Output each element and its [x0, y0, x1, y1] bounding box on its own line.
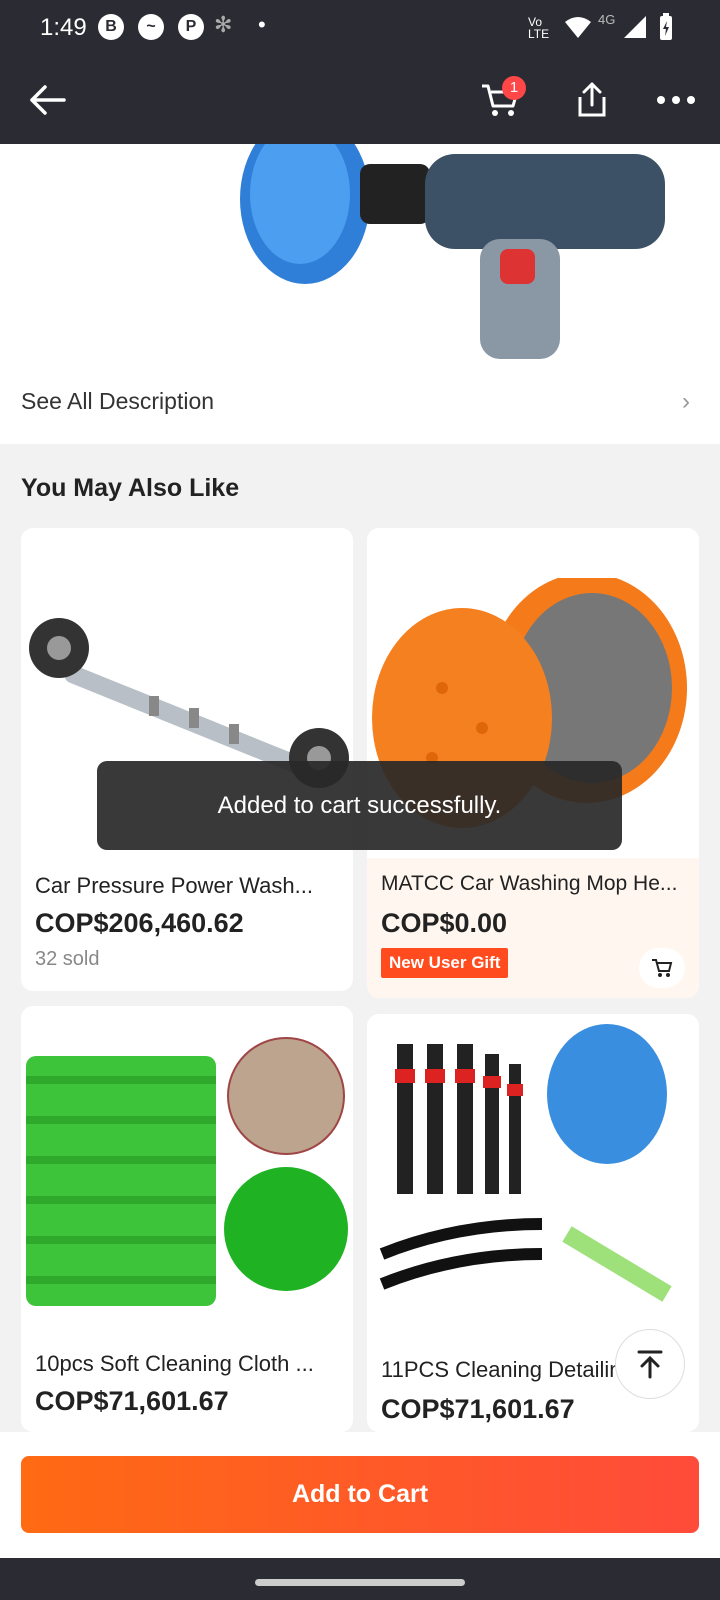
bottom-action-bar: Add to Cart — [0, 1432, 720, 1558]
back-arrow-icon — [30, 85, 66, 115]
product-card[interactable]: 10pcs Soft Cleaning Cloth ... COP$71,601… — [21, 1006, 353, 1432]
more-dot-icon: • — [258, 12, 266, 37]
product-card[interactable]: Car Pressure Power Wash... COP$206,460.6… — [21, 528, 353, 991]
product-sold-count: 32 sold — [35, 948, 100, 970]
add-to-cart-button[interactable]: Add to Cart — [21, 1456, 699, 1533]
see-all-description-row[interactable]: See All Description › — [0, 372, 720, 432]
toast-message: Added to cart successfully. — [97, 761, 622, 850]
new-user-gift-tag: New User Gift — [381, 948, 509, 978]
scroll-to-top-button[interactable] — [615, 1329, 685, 1399]
product-price: COP$0.00 — [381, 908, 508, 938]
product-price: COP$71,601.67 — [381, 1394, 575, 1424]
status-bar: 1:49 B ~ P ✻ • Vo LTE 4G — [0, 0, 720, 56]
cart-count-badge: 1 — [502, 76, 526, 100]
volte-icon: Vo LTE — [528, 15, 550, 41]
cart-button[interactable]: 1 — [472, 72, 528, 128]
more-options-button[interactable] — [648, 72, 704, 128]
wifi-icon — [565, 17, 591, 38]
signal-icon — [624, 16, 646, 38]
status-time: 1:49 — [40, 14, 87, 41]
share-icon — [578, 82, 606, 117]
messenger-icon: ~ — [138, 14, 164, 40]
app-notification-icon: P — [178, 14, 204, 40]
top-navigation: 1 — [0, 56, 720, 144]
share-button[interactable] — [564, 72, 620, 128]
product-title: MATCC Car Washing Mop He... — [381, 872, 678, 895]
arrow-up-to-top-icon — [637, 1350, 663, 1379]
settings-gear-icon: ✻ — [214, 12, 233, 37]
system-navigation-bar — [0, 1558, 720, 1600]
chevron-right-icon: › — [682, 388, 690, 415]
detailing-brush-set-product-image — [379, 1024, 672, 1302]
green-cloth-product-image — [26, 1037, 348, 1306]
home-indicator[interactable] — [255, 1579, 465, 1586]
network-type-label: 4G — [598, 12, 616, 27]
product-title: 10pcs Soft Cleaning Cloth ... — [35, 1351, 314, 1376]
product-title: Car Pressure Power Wash... — [35, 873, 313, 898]
cart-icon — [652, 959, 673, 977]
see-all-description-label: See All Description — [21, 388, 215, 414]
b-app-icon: B — [98, 14, 124, 40]
drill-brush-product-image — [240, 144, 665, 359]
battery-icon — [660, 13, 672, 40]
product-price: COP$71,601.67 — [35, 1386, 229, 1416]
add-to-cart-mini-button[interactable] — [639, 948, 685, 988]
product-price: COP$206,460.62 — [35, 908, 244, 938]
section-title: You May Also Like — [21, 474, 240, 502]
more-dots-icon — [657, 96, 695, 104]
back-button[interactable] — [20, 72, 76, 128]
